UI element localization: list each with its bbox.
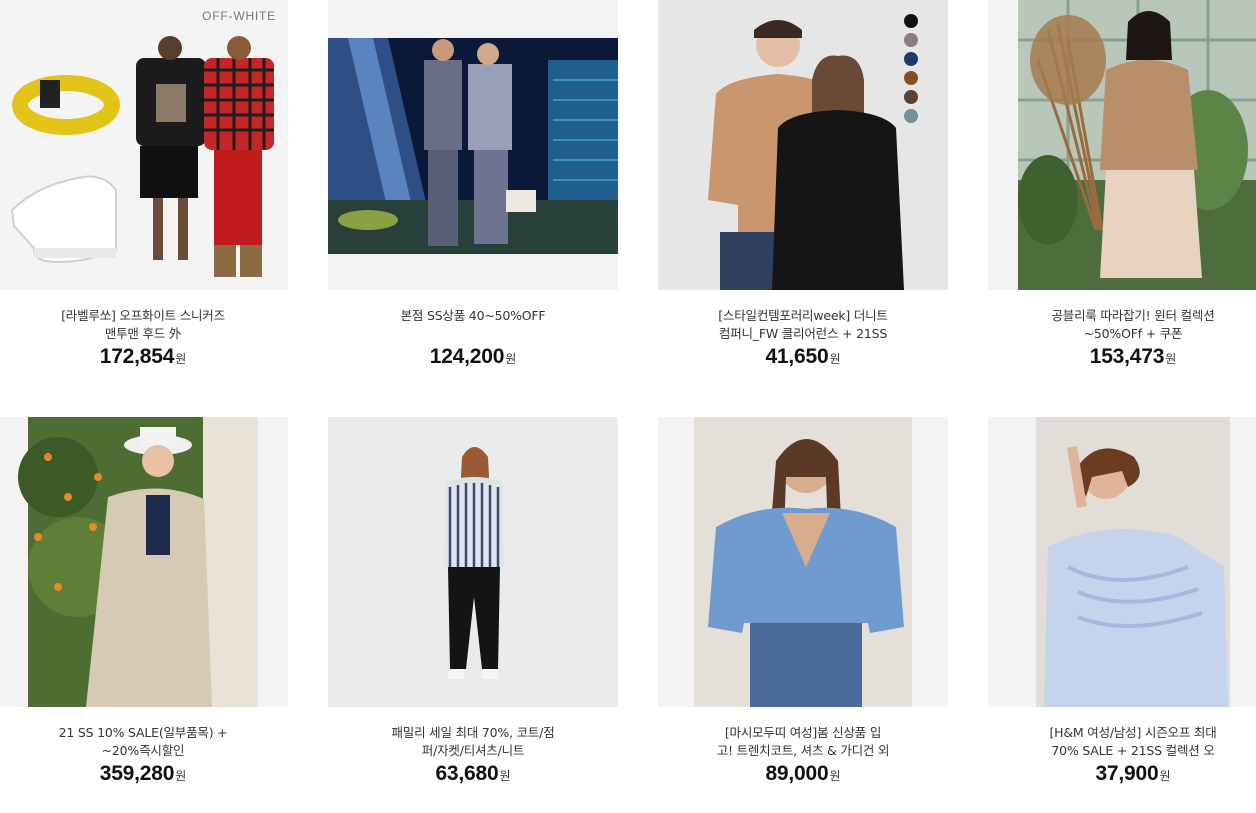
price-row: 359,280원 — [0, 762, 288, 786]
price-row: 153,473원 — [988, 345, 1256, 369]
product-photo — [988, 0, 1256, 290]
color-swatch[interactable] — [904, 14, 918, 28]
product-caption: 21 SS 10% SALE(일부품목) + ~20%즉시할인 359,280원 — [0, 707, 288, 797]
product-photo — [988, 417, 1256, 707]
product-photo — [658, 417, 948, 707]
product-price: 153,473 — [1089, 345, 1165, 368]
product-price: 124,200 — [429, 345, 505, 368]
product-photo — [0, 0, 288, 290]
product-caption: 본점 SS상품 40~50%OFF 124,200원 — [328, 290, 618, 380]
currency-unit: 원 — [175, 352, 187, 366]
product-price: 37,900 — [1095, 762, 1159, 785]
product-title[interactable]: 본점 SS상품 40~50%OFF — [328, 307, 618, 325]
product-photo — [328, 0, 618, 290]
price-row: 41,650원 — [658, 345, 948, 369]
product-image[interactable] — [328, 0, 618, 290]
product-price: 63,680 — [435, 762, 499, 785]
product-title[interactable]: 공블리룩 따라잡기! 윈터 컬렉션 ~50%OFf + 쿠폰 — [988, 307, 1256, 343]
product-caption: 패밀리 세일 최대 70%, 코트/점 퍼/자켓/티셔츠/니트 63,680원 — [328, 707, 618, 797]
product-caption: 공블리룩 따라잡기! 윈터 컬렉션 ~50%OFf + 쿠폰 153,473원 — [988, 290, 1256, 380]
product-photo — [0, 417, 288, 707]
price-row: 89,000원 — [658, 762, 948, 786]
product-caption: [H&M 여성/남성] 시즌오프 최대 70% SALE + 21SS 컬렉션 … — [988, 707, 1256, 797]
currency-unit: 원 — [829, 352, 841, 366]
product-title[interactable]: [스타일컨템포러리week] 더니트 컴퍼니_FW 클리어런스 + 21SS — [658, 307, 948, 343]
currency-unit: 원 — [499, 769, 511, 783]
product-card[interactable]: [마시모두띠 여성]봄 신상품 입 고! 트렌치코트, 셔츠 & 가디건 외 8… — [658, 417, 948, 797]
product-card[interactable]: OFF-WHITE [라벨루쏘] 오프화이트 스니커즈 맨투맨 후드 外 172… — [0, 0, 288, 380]
product-price: 41,650 — [765, 345, 829, 368]
product-price: 172,854 — [99, 345, 175, 368]
product-image[interactable] — [328, 417, 618, 707]
product-image[interactable] — [0, 417, 288, 707]
product-price: 89,000 — [765, 762, 829, 785]
product-caption: [마시모두띠 여성]봄 신상품 입 고! 트렌치코트, 셔츠 & 가디건 외 8… — [658, 707, 948, 797]
product-card[interactable]: 공블리룩 따라잡기! 윈터 컬렉션 ~50%OFf + 쿠폰 153,473원 — [988, 0, 1256, 380]
product-title[interactable]: [마시모두띠 여성]봄 신상품 입 고! 트렌치코트, 셔츠 & 가디건 외 — [658, 724, 948, 760]
currency-unit: 원 — [1165, 352, 1177, 366]
product-grid: OFF-WHITE [라벨루쏘] 오프화이트 스니커즈 맨투맨 후드 外 172… — [0, 0, 1256, 813]
product-photo — [328, 417, 618, 707]
product-title[interactable]: 패밀리 세일 최대 70%, 코트/점 퍼/자켓/티셔츠/니트 — [328, 724, 618, 760]
price-row: 37,900원 — [988, 762, 1256, 786]
color-swatch[interactable] — [904, 90, 918, 104]
product-caption: [스타일컨템포러리week] 더니트 컴퍼니_FW 클리어런스 + 21SS 4… — [658, 290, 948, 380]
product-title[interactable]: 21 SS 10% SALE(일부품목) + ~20%즉시할인 — [0, 724, 288, 760]
product-card[interactable]: 21 SS 10% SALE(일부품목) + ~20%즉시할인 359,280원 — [0, 417, 288, 797]
color-swatch[interactable] — [904, 33, 918, 47]
currency-unit: 원 — [1159, 769, 1171, 783]
product-image[interactable]: OFF-WHITE — [0, 0, 288, 290]
product-card[interactable]: [H&M 여성/남성] 시즌오프 최대 70% SALE + 21SS 컬렉션 … — [988, 417, 1256, 797]
currency-unit: 원 — [505, 352, 517, 366]
product-card[interactable]: 본점 SS상품 40~50%OFF 124,200원 — [328, 0, 618, 380]
product-card[interactable]: 패밀리 세일 최대 70%, 코트/점 퍼/자켓/티셔츠/니트 63,680원 — [328, 417, 618, 797]
price-row: 172,854원 — [0, 345, 288, 369]
price-row: 63,680원 — [328, 762, 618, 786]
color-swatch[interactable] — [904, 71, 918, 85]
product-title[interactable]: [H&M 여성/남성] 시즌오프 최대 70% SALE + 21SS 컬렉션 … — [988, 724, 1256, 760]
price-row: 124,200원 — [328, 345, 618, 369]
color-swatch[interactable] — [904, 52, 918, 66]
product-image[interactable] — [658, 417, 948, 707]
currency-unit: 원 — [175, 769, 187, 783]
brand-watermark: OFF-WHITE — [202, 9, 276, 23]
product-image[interactable] — [658, 0, 948, 290]
product-card[interactable]: [스타일컨템포러리week] 더니트 컴퍼니_FW 클리어런스 + 21SS 4… — [658, 0, 948, 380]
color-swatch[interactable] — [904, 109, 918, 123]
product-image[interactable] — [988, 417, 1256, 707]
product-title[interactable]: [라벨루쏘] 오프화이트 스니커즈 맨투맨 후드 外 — [0, 307, 288, 343]
product-caption: [라벨루쏘] 오프화이트 스니커즈 맨투맨 후드 外 172,854원 — [0, 290, 288, 380]
currency-unit: 원 — [829, 769, 841, 783]
product-price: 359,280 — [99, 762, 175, 785]
product-image[interactable] — [988, 0, 1256, 290]
